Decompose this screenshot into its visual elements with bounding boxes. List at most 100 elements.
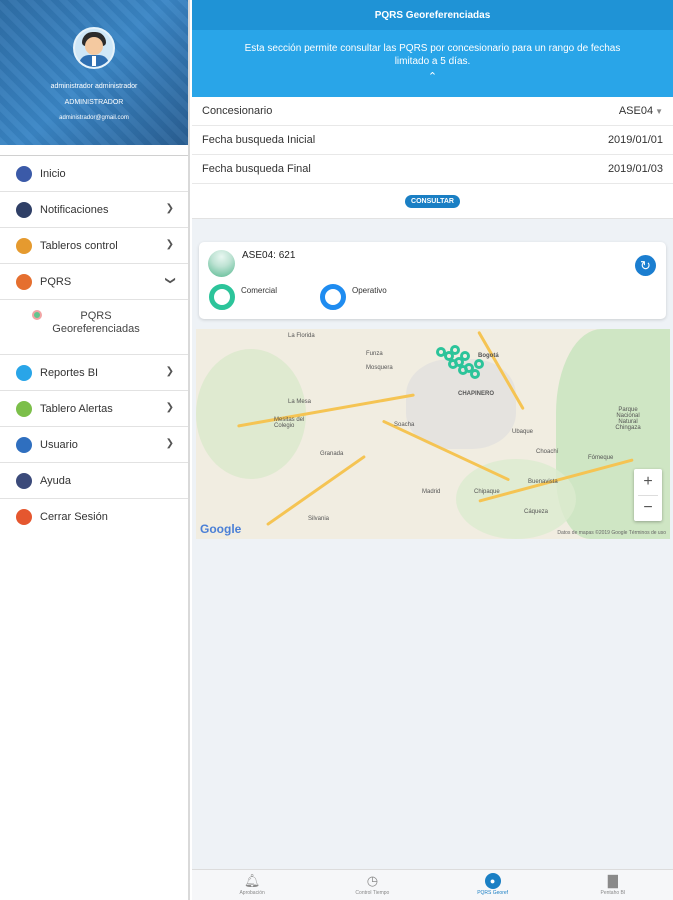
map-label: Buenavista bbox=[528, 479, 558, 485]
sidebar-item-label: PQRS bbox=[40, 275, 72, 288]
bell-outline-icon: 🔔︎ bbox=[243, 873, 261, 888]
sidebar-item-pqrs[interactable]: PQRS ❯ bbox=[0, 263, 188, 299]
sidebar-item-label: Ayuda bbox=[40, 474, 71, 487]
fecha-inicial-value: 2019/01/01 bbox=[607, 134, 663, 146]
page-title: PQRS Georeferenciadas bbox=[192, 0, 673, 30]
concesionario-select[interactable]: Concesionario ASE04 ▼ bbox=[192, 97, 673, 126]
tab-label: Pentaho BI bbox=[600, 890, 626, 896]
fecha-inicial-field[interactable]: Fecha busqueda Inicial 2019/01/01 bbox=[192, 126, 673, 155]
map-label: Madrid bbox=[422, 489, 441, 495]
alert-board-icon bbox=[16, 400, 32, 417]
logout-icon bbox=[16, 508, 32, 525]
map-label: Chipaque bbox=[474, 489, 500, 495]
sidebar-subitem-label: PQRS Georeferenciadas bbox=[52, 310, 140, 335]
sidebar-item-cerrar-sesion[interactable]: Cerrar Sesión bbox=[0, 498, 188, 534]
zoom-out-button[interactable]: − bbox=[634, 495, 662, 521]
map-label: Funza bbox=[366, 351, 383, 357]
main-content: PQRS Georeferenciadas Esta sección permi… bbox=[192, 0, 673, 900]
dropdown-arrow-icon: ▼ bbox=[655, 107, 663, 116]
profile-role: ADMINISTRADOR bbox=[64, 99, 124, 106]
tab-label: Control Tiempo bbox=[355, 890, 390, 896]
dashboard-icon bbox=[16, 237, 32, 254]
map-label: Ubaque bbox=[512, 429, 534, 435]
map-label: Parque Nacional Natural Chingaza bbox=[615, 407, 641, 431]
sidebar-item-inicio[interactable]: Inicio bbox=[0, 155, 188, 191]
sidebar-subitem-pqrs-georeferenciadas[interactable]: PQRS Georeferenciadas bbox=[0, 299, 188, 354]
profile-header: administrador administrador ADMINISTRADO… bbox=[0, 0, 188, 145]
chevron-right-icon: ❯ bbox=[165, 203, 174, 214]
bottom-tab-bar: 🔔︎ Aprobación ◷ Control Tiempo ● PQRS Ge… bbox=[192, 869, 673, 900]
sidebar-item-label: Tablero Alertas bbox=[40, 402, 113, 415]
clock-icon: ◷ bbox=[366, 873, 379, 888]
ring-icon bbox=[320, 284, 346, 310]
google-logo: Google bbox=[200, 522, 242, 536]
map-label: Bogotá bbox=[478, 353, 499, 359]
tab-pentaho-bi[interactable]: ▇ Pentaho BI bbox=[553, 870, 673, 900]
report-icon bbox=[16, 364, 32, 381]
sidebar-item-label: Usuario bbox=[40, 438, 78, 451]
chevron-right-icon: ❯ bbox=[165, 438, 174, 449]
map-pin-icon: ● bbox=[484, 873, 501, 889]
map-marker[interactable] bbox=[450, 345, 460, 355]
map-label: Cáqueza bbox=[524, 509, 549, 515]
bell-icon bbox=[16, 201, 32, 218]
map-label: Soacha bbox=[394, 422, 415, 428]
tab-aprobacion[interactable]: 🔔︎ Aprobación bbox=[192, 870, 312, 900]
map-marker[interactable] bbox=[460, 351, 470, 361]
search-form: Concesionario ASE04 ▼ Fecha busqueda Inic… bbox=[192, 97, 673, 219]
chevron-down-icon: ❯ bbox=[164, 276, 176, 285]
map-marker[interactable] bbox=[474, 359, 484, 369]
consultar-button[interactable]: CONSULTAR bbox=[405, 194, 460, 208]
consultar-row: CONSULTAR bbox=[192, 184, 673, 219]
map-label: CHAPINERO bbox=[458, 391, 495, 397]
avatar[interactable] bbox=[73, 27, 115, 69]
sidebar-item-usuario[interactable]: Usuario ❯ bbox=[0, 426, 188, 462]
sidebar-item-label: Reportes BI bbox=[40, 366, 99, 379]
sidebar-item-label: Inicio bbox=[40, 167, 66, 180]
sidebar-item-ayuda[interactable]: Ayuda bbox=[0, 462, 188, 498]
map-view[interactable]: La Florida Funza Mosquera Bogotá CHAPINE… bbox=[196, 329, 670, 539]
chevron-up-icon[interactable]: ⌃ bbox=[192, 70, 673, 83]
map-label: La Mesa bbox=[288, 399, 312, 405]
map-marker[interactable] bbox=[448, 359, 458, 369]
profile-name: administrador administrador bbox=[50, 83, 138, 90]
chevron-right-icon: ❯ bbox=[165, 366, 174, 377]
map-label: Mesitas del Colegio bbox=[274, 417, 305, 429]
sidebar-item-tableros-control[interactable]: Tableros control ❯ bbox=[0, 227, 188, 263]
fecha-final-field[interactable]: Fecha busqueda Final 2019/01/03 bbox=[192, 155, 673, 184]
sidebar-item-tablero-alertas[interactable]: Tablero Alertas ❯ bbox=[0, 390, 188, 426]
fecha-final-label: Fecha busqueda Final bbox=[202, 163, 311, 175]
map-marker[interactable] bbox=[470, 369, 480, 379]
zoom-control: + − bbox=[634, 469, 662, 521]
chevron-right-icon: ❯ bbox=[165, 402, 174, 413]
map-marker-icon bbox=[32, 310, 42, 320]
zoom-in-button[interactable]: + bbox=[634, 469, 662, 495]
sidebar-item-label: Tableros control bbox=[40, 239, 118, 252]
marker-ball-icon bbox=[208, 250, 235, 277]
chevron-right-icon: ❯ bbox=[165, 239, 174, 250]
tab-control-tiempo[interactable]: ◷ Control Tiempo bbox=[312, 870, 432, 900]
summary-card: ASE04: 621 ↻ Comercial Operativo bbox=[199, 242, 666, 319]
map-label: Silvania bbox=[308, 516, 330, 522]
map-label: La Florida bbox=[288, 333, 315, 339]
tab-label: Aprobación bbox=[239, 890, 265, 896]
map-label: Fómeque bbox=[588, 455, 614, 461]
legend-comercial: Comercial bbox=[209, 284, 277, 310]
header: PQRS Georeferenciadas Esta sección permi… bbox=[192, 0, 673, 97]
map-label: Choachí bbox=[536, 449, 559, 455]
user-icon bbox=[16, 436, 32, 453]
map-label: Granada bbox=[320, 451, 344, 457]
refresh-button[interactable]: ↻ bbox=[635, 255, 656, 276]
legend-operativo: Operativo bbox=[320, 284, 387, 310]
map-attribution[interactable]: Datos de mapas ©2019 Google Términos de … bbox=[557, 530, 666, 536]
sidebar-item-notificaciones[interactable]: Notificaciones ❯ bbox=[0, 191, 188, 227]
legend-label: Comercial bbox=[241, 286, 278, 295]
home-chart-icon bbox=[16, 165, 32, 182]
concesionario-value: ASE04 bbox=[618, 105, 654, 117]
profile-email: administrador@gmail.com bbox=[59, 115, 129, 121]
fecha-inicial-label: Fecha busqueda Inicial bbox=[202, 134, 316, 146]
sidebar-item-label: Cerrar Sesión bbox=[40, 510, 108, 523]
sidebar-item-reportes-bi[interactable]: Reportes BI ❯ bbox=[0, 354, 188, 390]
map-marker[interactable] bbox=[458, 365, 468, 375]
tab-pqrs-georef[interactable]: ● PQRS Georef bbox=[433, 870, 553, 900]
